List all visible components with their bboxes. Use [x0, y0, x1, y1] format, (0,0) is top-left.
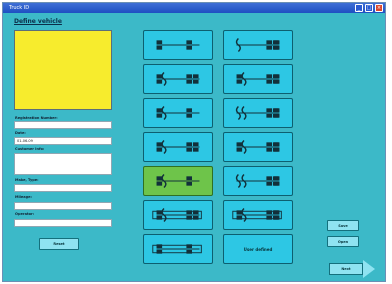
vehicle-config-tile[interactable]	[143, 64, 213, 94]
mileage-label: Mileage:	[15, 195, 32, 199]
axle-diagram-icon	[156, 173, 200, 189]
page-heading: Define vehicle	[14, 18, 62, 25]
operator-label: Operator:	[15, 212, 35, 216]
vehicle-config-tile[interactable]	[223, 200, 293, 230]
make-field[interactable]	[14, 184, 112, 192]
close-icon[interactable]: ×	[375, 4, 383, 12]
next-button[interactable]: Next	[329, 263, 363, 275]
user-defined-label: User defined	[243, 246, 273, 252]
axle-diagram-icon	[152, 244, 202, 254]
reset-button[interactable]: Reset	[39, 238, 79, 250]
axle-diagram-icon	[156, 40, 200, 50]
next-arrow-icon[interactable]	[363, 260, 375, 278]
axle-diagram-icon	[235, 173, 280, 189]
title-bar: Truck ID _ □ ×	[3, 3, 385, 13]
axle-diagram-icon	[236, 139, 280, 155]
axle-diagram-icon	[156, 105, 200, 121]
maximize-icon[interactable]: □	[365, 4, 373, 12]
axle-diagram-icon	[236, 71, 280, 87]
registration-field[interactable]	[14, 121, 112, 129]
mileage-field[interactable]	[14, 202, 112, 210]
minimize-icon[interactable]: _	[355, 4, 363, 12]
vehicle-config-tile[interactable]	[223, 166, 293, 196]
date-label: Date:	[15, 131, 26, 135]
next-label: Next	[341, 267, 351, 271]
date-field[interactable]: 01-06-09	[14, 137, 112, 145]
vehicle-config-tile[interactable]	[223, 132, 293, 162]
registration-label: Registration Number:	[15, 116, 58, 120]
vehicle-config-tile[interactable]	[143, 98, 213, 128]
save-button[interactable]: Save	[327, 220, 359, 231]
vehicle-config-tile[interactable]	[143, 30, 213, 60]
window-title: Truck ID	[9, 5, 30, 11]
open-button[interactable]: Open	[327, 236, 359, 247]
axle-diagram-icon	[235, 37, 280, 53]
make-label: Make, Type:	[15, 178, 39, 182]
vehicle-preview	[14, 30, 112, 110]
axle-diagram-icon	[152, 207, 202, 223]
vehicle-config-tile[interactable]	[143, 200, 213, 230]
vehicle-config-tile[interactable]	[143, 234, 213, 264]
app-window: Truck ID _ □ × Define vehicle Registrati…	[2, 2, 386, 282]
vehicle-config-tile[interactable]: User defined	[223, 234, 293, 264]
customer-label: Customer Info:	[15, 147, 45, 151]
axle-diagram-icon	[235, 105, 280, 121]
axle-diagram-icon	[156, 139, 200, 155]
customer-field[interactable]	[14, 153, 112, 175]
axle-diagram-icon	[232, 207, 282, 223]
vehicle-config-tile[interactable]	[223, 30, 293, 60]
operator-field[interactable]	[14, 219, 112, 227]
axle-diagram-icon	[156, 71, 200, 87]
vehicle-config-tile[interactable]	[143, 132, 213, 162]
vehicle-config-tile[interactable]	[223, 64, 293, 94]
vehicle-config-tile[interactable]	[143, 166, 213, 196]
vehicle-config-tile[interactable]	[223, 98, 293, 128]
